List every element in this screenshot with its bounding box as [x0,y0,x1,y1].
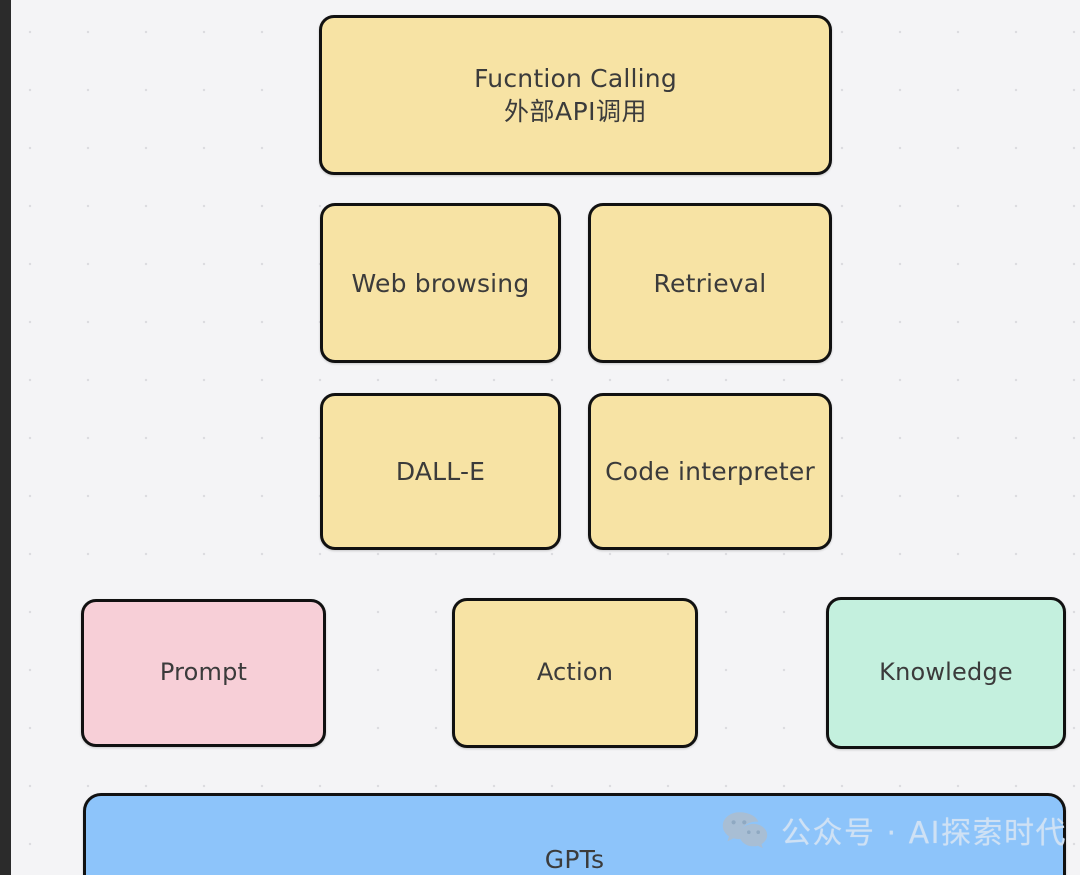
node-prompt[interactable]: Prompt [81,599,326,747]
left-edge-strip [0,0,11,875]
node-dalle-label: DALL-E [395,457,486,486]
node-knowledge-label: Knowledge [879,658,1013,687]
node-knowledge[interactable]: Knowledge [826,597,1066,749]
diagram-canvas: Fucntion Calling 外部API调用 Web browsing Re… [0,0,1080,875]
node-action[interactable]: Action [452,598,698,748]
node-web-browsing-label: Web browsing [351,268,530,298]
node-gpts[interactable]: GPTs [83,793,1066,875]
node-action-label: Action [536,658,614,687]
node-code-interpreter-label: Code interpreter [605,457,815,486]
node-code-interpreter[interactable]: Code interpreter [588,393,832,550]
node-web-browsing[interactable]: Web browsing [320,203,561,363]
node-function-calling-label-en: Fucntion Calling [474,64,677,93]
node-retrieval[interactable]: Retrieval [588,203,832,363]
node-retrieval-label: Retrieval [653,268,767,298]
node-dalle[interactable]: DALL-E [320,393,561,550]
node-function-calling-label-zh: 外部API调用 [503,97,648,126]
node-prompt-label: Prompt [159,658,248,687]
node-function-calling[interactable]: Fucntion Calling 外部API调用 [319,15,832,175]
node-gpts-label: GPTs [544,845,605,874]
